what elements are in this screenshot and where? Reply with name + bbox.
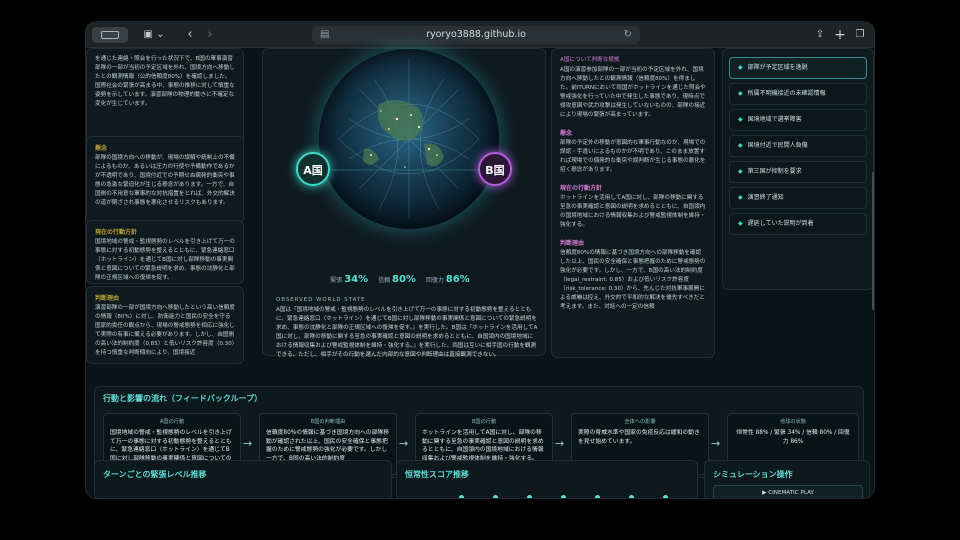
left-policy-title: 現在の行動方針 [95,229,138,236]
reload-icon[interactable]: ↻ [624,26,632,44]
event-label: 第三国が抑制を要求 [747,168,802,175]
event-item-4[interactable]: ◆ 第三国が抑制を要求 [729,161,867,183]
diamond-icon: ◆ [738,142,743,149]
tension-value: 34% [344,274,369,285]
flow-card-title: 他球の状態 [780,419,806,425]
browser-toolbar: ▣ ⌄ ‹ › ▤ ryoryo3888.github.io ↻ ⇪ + ❐ [86,22,874,48]
event-label: 国境地域で選挙障害 [747,116,802,123]
trust-value: 80% [392,274,416,285]
tension-label: 緊張 [330,277,343,284]
chart-point [629,495,634,498]
metrics-row: 緊張 34% 信頼 80% 回復力 86% [262,274,546,285]
right-reason-title: 判断理由 [560,240,585,247]
left-policy-text: 国境地域の警戒・監視態勢のレベルを引き上げて万一の事態に対する初動態勢を整えると… [95,239,235,281]
country-a-badge[interactable]: A国 [296,152,330,186]
new-tab-button[interactable]: + [832,27,848,43]
scrollbar[interactable] [872,172,874,310]
event-label: 国境付近で民間人負傷 [747,142,808,149]
left-reason-title: 判断理由 [95,295,120,302]
diamond-icon: ◆ [738,168,743,175]
diamond-icon: ◆ [738,90,743,97]
event-item-1[interactable]: ◆ 所属不明機接近の未確認情報 [729,83,867,105]
event-label: 演習終了通知 [747,194,784,201]
arrow-right-icon: → [399,437,409,450]
tension-trend-panel: ターンごとの緊張レベル推移 [94,460,392,498]
right-panel-head: A国について判断な根拠 [560,57,620,63]
left-policy-panel: 現在の行動方針 国境地域の警戒・監視態勢のレベルを引き上げて万一の事態に対する初… [86,220,244,284]
left-concern-panel: 懸念 部隊の国境方向への移動が、現場の誤解や統制上の不備によるものか、あるいは圧… [86,136,244,224]
diamond-icon: ◆ [738,220,743,227]
page-settings-icon[interactable]: ▤ [320,26,329,44]
arrow-right-icon: → [243,437,253,450]
event-item-6[interactable]: ◆ 遅延していた説明が到着 [729,213,867,235]
left-reason-text: 演習部隊の一部が国境方向へ移動したという高い信頼度の情報（80%）に対し、防衛能… [95,305,235,356]
diamond-icon: ◆ [738,64,743,71]
sidebar-icon [101,31,119,39]
resilience-value: 86% [445,274,470,285]
tension-trend-title: ターンごとの緊張レベル推移 [103,470,207,479]
chart-point [527,495,532,498]
right-policy-title: 現在の行動方針 [560,185,603,192]
simulation-control-panel: シミュレーション操作 ▶ CINEMATIC PLAY [704,460,870,498]
left-concern-text: 部隊の国境方向への移動が、現場の誤解や統制上の不備によるものか、あるいは圧力の行… [95,155,235,206]
trust-label: 信頼 [378,277,391,284]
event-label: 部隊が予定区域を逸脱 [747,64,808,71]
event-label: 遅延していた説明が到着 [747,220,814,227]
left-concern-title: 懸念 [95,145,108,152]
event-item-3[interactable]: ◆ 国境付近で民間人負傷 [729,135,867,157]
flow-title: 行動と影響の流れ（フィードバックループ） [103,394,263,403]
observed-state-title: OBSERVED WORLD STATE [276,297,366,303]
flow-card-title: 全体への影響 [624,419,656,425]
connection-line [330,169,480,171]
arrow-right-icon: → [555,437,565,450]
event-label: 所属不明機接近の未確認情報 [747,90,826,97]
diamond-icon: ◆ [738,194,743,201]
share-button[interactable]: ⇪ [812,27,828,43]
globe-network-lines [338,59,480,219]
flow-card-title: A国の行動 [159,419,185,425]
cinematic-play-button[interactable]: ▶ CINEMATIC PLAY [713,485,863,498]
homeostasis-trend-panel: 恒常性スコア推移 [396,460,698,498]
chart-point [459,495,464,498]
earth-globe-icon [319,49,499,229]
simulation-title: シミュレーション操作 [713,470,793,479]
right-concern-text: 部隊の予定外の移動が意図的な軍事行動なのか、現場での誤認・手違いによるものかが不… [560,140,706,173]
browser-window: ▣ ⌄ ‹ › ▤ ryoryo3888.github.io ↻ ⇪ + ❐ を… [86,22,874,498]
event-item-2[interactable]: ◆ 国境地域で選挙障害 [729,109,867,131]
right-concern-title: 懸念 [560,130,573,137]
flow-card-title: B国の判断理由 [310,419,346,425]
flow-card-title: B国の行動 [471,419,497,425]
resilience-label: 回復力 [425,277,444,284]
chart-point [663,495,668,498]
arrow-right-icon: → [711,437,721,450]
event-list-panel: ◆ 部隊が予定区域を逸脱 ◆ 所属不明機接近の未確認情報 ◆ 国境地域で選挙障害 ◆ 国… [722,48,874,290]
country-b-badge[interactable]: B国 [478,152,512,186]
event-item-0[interactable]: ◆ 部隊が予定区域を逸脱 [729,57,867,79]
event-item-5[interactable]: ◆ 演習終了通知 [729,187,867,209]
tab-windows-button[interactable]: ❐ [852,27,868,43]
address-bar[interactable]: ▤ ryoryo3888.github.io ↻ [312,26,640,44]
flow-card-body: 恒常性 88% / 緊張 34% / 信頼 80% / 回復力 86% [736,430,850,445]
back-button[interactable]: ‹ [182,27,198,43]
observed-state-text: A国は『国境地域の警戒・監視態勢のレベルを引き上げて万一の事態に対する初動態勢を… [276,307,538,358]
chart-point [493,495,498,498]
left-intro: を通じた連絡・照会を行った状況下で、B国の軍事演習部隊の一部が当初の予定区域を外… [95,56,235,107]
chart-point [595,495,600,498]
chart-point [561,495,566,498]
tab-overview-button[interactable]: ▣ ⌄ [138,27,170,43]
right-intro: A国の演習参加部隊の一部が当初の予定区域を外れ、国境方向へ移動したとの観測情報（… [560,67,706,118]
right-policy-text: ホットラインを活用してA国に対し、部隊の移動に関する至急の事実確認と意図の説明を… [560,195,706,228]
forward-button[interactable]: › [202,27,218,43]
globe-container [319,49,499,229]
page-content: を通じた連絡・照会を行った状況下で、B国の軍事演習部隊の一部が当初の予定区域を外… [86,48,874,498]
right-reason-text: 信頼度80%の情報に基づき国境方向への部隊移動を確認した以上、国民の安全確保と事… [560,250,706,310]
url-text: ryoryo3888.github.io [426,29,526,40]
left-reason-panel: 判断理由 演習部隊の一部が国境方向へ移動したという高い信頼度の情報（80%）に対… [86,286,244,364]
flow-card-body: 実際の脅威水準や国家の免疫反応は緩和の動きを見せ始めています。 [578,430,700,445]
diamond-icon: ◆ [738,116,743,123]
sidebar-toggle-button[interactable] [92,27,128,43]
country-b-reasoning-panel: A国について判断な根拠 A国の演習参加部隊の一部が当初の予定区域を外れ、国境方向… [551,48,715,358]
homeostasis-trend-title: 恒常性スコア推移 [405,470,469,479]
